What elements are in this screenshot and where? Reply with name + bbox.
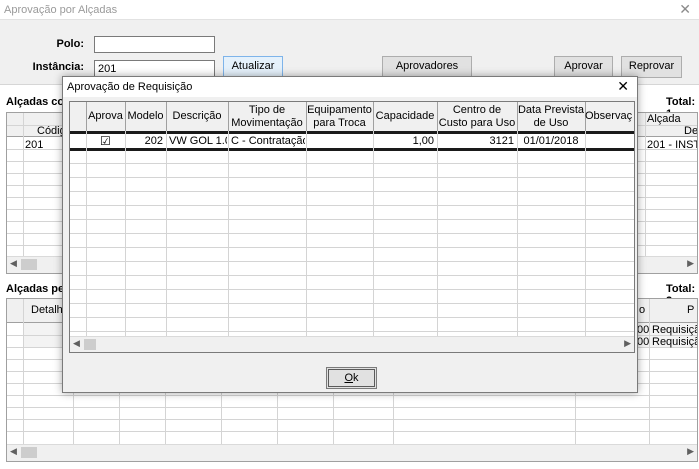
scroll-right-icon[interactable]: ▶ xyxy=(687,446,694,457)
row-observacao xyxy=(588,133,634,149)
window-title: Aprovação por Alçadas xyxy=(4,4,118,16)
row-tipo-movimentacao: C - Contratação xyxy=(231,135,305,147)
scroll-left-icon[interactable]: ◀ xyxy=(10,446,17,457)
grid1-row-codigo: 201 xyxy=(25,139,44,151)
grid2-col-o[interactable]: o xyxy=(639,304,645,316)
ok-button[interactable]: Ok xyxy=(326,367,377,389)
reprovar-button[interactable]: Reprovar xyxy=(621,56,682,78)
col-descricao[interactable]: Descrição xyxy=(166,102,229,131)
col-modelo[interactable]: Modelo xyxy=(125,102,167,131)
grid2-hscrollbar[interactable]: ◀ ▶ xyxy=(7,444,697,461)
row-capacidade: 1,00 xyxy=(412,135,434,147)
row-modelo: 202 xyxy=(144,135,163,147)
requisicao-hscrollbar[interactable]: ◀ ▶ xyxy=(70,336,634,352)
col-observacao[interactable]: Observaç xyxy=(585,102,634,131)
row-aprova-checkbox[interactable]: ☑ xyxy=(100,133,111,149)
scroll-left-icon[interactable]: ◀ xyxy=(10,258,17,269)
grid2-scroll-thumb[interactable] xyxy=(21,447,37,458)
ok-mnemonic: O xyxy=(344,372,354,384)
grid2-row2-num: 00 xyxy=(637,336,650,348)
window-close-icon[interactable]: ✕ xyxy=(679,1,691,18)
scroll-right-icon[interactable]: ▶ xyxy=(624,338,631,349)
row-descricao: VW GOL 1.0 xyxy=(169,135,227,147)
polo-input[interactable] xyxy=(94,36,215,53)
col-equipamento-troca[interactable]: Equipamento para Troca xyxy=(306,102,374,131)
grid1-col-de[interactable]: De xyxy=(684,125,697,137)
grid2-col-p[interactable]: P xyxy=(687,304,694,316)
grid2-row1-text: Requisição xyxy=(652,324,697,336)
col-aprova[interactable]: Aprova xyxy=(86,102,126,131)
polo-label: Polo: xyxy=(56,38,85,50)
grid2-row2-text: Requisição xyxy=(652,336,697,348)
scroll-left-icon[interactable]: ◀ xyxy=(73,338,80,349)
col-tipo-movimentacao[interactable]: Tipo de Movimentação xyxy=(228,102,307,131)
dialog-title: Aprovação de Requisição xyxy=(67,81,193,93)
requisicao-scroll-thumb[interactable] xyxy=(84,339,96,350)
instancia-label: Instância: xyxy=(32,61,84,73)
aprovar-button[interactable]: Aprovar xyxy=(554,56,613,78)
aprovacao-requisicao-dialog: Aprovação de Requisição ✕ Aprova Modelo … xyxy=(62,76,638,393)
grid1-col-alcada[interactable]: Alçada xyxy=(647,113,681,125)
aprovadores-button[interactable]: Aprovadores xyxy=(382,56,472,78)
col-centro-custo[interactable]: Centro de Custo para Uso xyxy=(437,102,518,131)
grid1-scroll-thumb[interactable] xyxy=(21,259,37,270)
requisicao-grid[interactable]: Aprova Modelo Descrição Tipo de Moviment… xyxy=(69,101,635,353)
col-data-prevista[interactable]: Data Prevista de Uso xyxy=(517,102,586,131)
ok-label-rest: k xyxy=(353,372,359,384)
row-centro-custo: 3121 xyxy=(489,135,514,147)
window-titlebar: Aprovação por Alçadas ✕ xyxy=(0,0,699,20)
dialog-close-icon[interactable]: ✕ xyxy=(617,78,629,95)
scroll-right-icon[interactable]: ▶ xyxy=(687,258,694,269)
col-capacidade[interactable]: Capacidade xyxy=(373,102,438,131)
grid2-row1-num: 00 xyxy=(637,324,650,336)
grid1-row-alcada: 201 - INSTÂN xyxy=(647,139,697,151)
dialog-titlebar: Aprovação de Requisição ✕ xyxy=(63,77,637,97)
requisicao-grid-header: Aprova Modelo Descrição Tipo de Moviment… xyxy=(70,102,634,131)
row-data-prevista: 01/01/2018 xyxy=(523,135,579,147)
atualizar-button[interactable]: Atualizar xyxy=(223,56,283,78)
row-equipamento xyxy=(309,133,371,149)
